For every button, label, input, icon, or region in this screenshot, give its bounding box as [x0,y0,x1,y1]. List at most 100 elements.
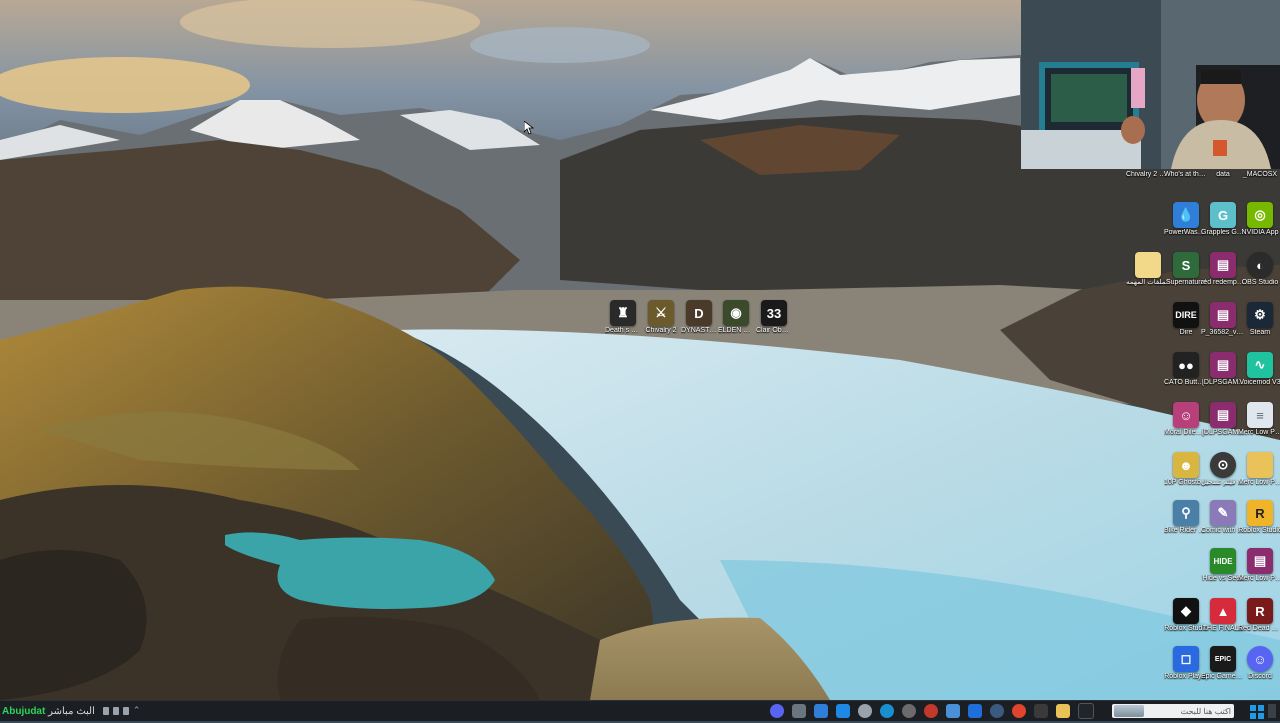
roblox-icon: ◆ [1173,598,1199,624]
grapples-galore-icon: G [1210,202,1236,228]
roblox-studio-icon: R [1247,500,1273,526]
desktop-icon-merc-low-ping-rar[interactable]: ▤ Merc Low Ping 2024... [1238,548,1280,583]
desktop-icon-merc-low-ping-folder[interactable]: Merc Low Ping 2024... [1238,452,1280,487]
desktop-icon-label: DYNASTY WARRIO... [681,327,717,334]
desktop-icon-label: OBS Studio [1241,279,1279,286]
obs-icon[interactable] [902,704,916,718]
winrar-icon: ▤ [1210,402,1236,428]
roblox-player-icon: ◻ [1173,646,1199,672]
desktop-icon-label: Discord [1248,673,1272,680]
voicemod-icon: ∿ [1247,352,1273,378]
winrar-icon: ▤ [1247,548,1273,574]
stream-status-label[interactable]: Abujudat البث مباشر [2,706,95,717]
folder-icon [1247,452,1273,478]
moral-dilemma-icon: ☺ [1173,402,1199,428]
desktop-icon-merc-low-ping[interactable]: ≡ Merc Low Ping [1238,402,1280,437]
taskbar-left-tray: Abujudat البث مباشر ⌃ [2,703,140,719]
desktop-icon-label: Chivalry 2 [645,327,677,334]
desktop-icon-roblox-studio-yellow[interactable]: R Roblox Studio [1238,500,1280,535]
winrar-icon: ▤ [1210,302,1236,328]
steam-icon[interactable] [990,704,1004,718]
desktop-icon-discord[interactable]: ☺ Discord [1238,646,1280,681]
speaker-icon[interactable] [112,707,119,715]
chrome-icon[interactable] [1012,704,1026,718]
desktop-icon-label: Roblox Studio [1238,527,1280,534]
store-icon[interactable] [1034,704,1048,718]
chivalry-icon: ⚔ [648,300,674,326]
search-highlight-image [1114,705,1144,717]
desktop-icon-death-door[interactable]: ♜ Death s Door [605,300,641,335]
search-input[interactable] [1144,705,1234,717]
winrar-icon: ▤ [1210,352,1236,378]
file-explorer-icon[interactable] [792,704,806,718]
desktop-icon-label: Voicemod V3 [1239,379,1280,386]
microphone-icon[interactable] [102,707,109,715]
rdr-icon: R [1247,598,1273,624]
desktop-icon-label: _MACOSX [1242,171,1278,178]
desktop-icon-label: Merc Low Ping [1238,429,1280,436]
desktop-icon-elden-ring[interactable]: ◉ ELDEN RING [718,300,754,335]
desktop-icon-macosx-folder[interactable]: _MACOSX [1238,170,1280,179]
terminal-icon[interactable] [1078,703,1094,719]
windows-start-icon[interactable] [1250,704,1264,719]
desktop-icon-label: Steam [1249,329,1271,336]
webcam-overlay [1021,0,1280,169]
desktop-icon-label: NVIDIA App [1241,229,1279,236]
desktop-icon-label: ELDEN RING [718,327,754,334]
desktop-icon-obs-studio[interactable]: ◐ OBS Studio [1238,252,1280,287]
elden-ring-icon: ◉ [723,300,749,326]
desktop-icon-label: Clair Obscur Expedition 33 [756,327,792,334]
powerwash-icon: 💧 [1173,202,1199,228]
network-icon[interactable] [122,707,129,715]
pen-icon[interactable] [836,704,850,718]
tray-icons: ⌃ [102,706,141,716]
comic-icon: ✎ [1210,500,1236,526]
discord-icon[interactable] [770,704,784,718]
finals-icon: ▲ [1210,598,1236,624]
death-door-icon: ♜ [610,300,636,326]
folder-icon[interactable] [1056,704,1070,718]
desktop-icon-nvidia-app[interactable]: ◎ NVIDIA App [1238,202,1280,237]
folder-icon [1135,252,1161,278]
streamer-name: Abujudat [2,705,46,717]
desktop-icon-clair-obscur[interactable]: 33 Clair Obscur Expedition 33 [756,300,792,335]
desktop-icon-label: Red Dead Redemption... [1238,625,1280,632]
epic-icon: EPIC [1210,646,1236,672]
mouse-cursor-icon [523,120,535,139]
cato-icon: ●● [1173,352,1199,378]
blue-app-icon[interactable] [968,704,982,718]
supernatural-icon: S [1173,252,1199,278]
taskbar-search-box[interactable] [1112,704,1234,718]
text-file-icon: ≡ [1247,402,1273,428]
steam-icon: ⚙ [1247,302,1273,328]
discord-icon: ☺ [1247,646,1273,672]
desktop-icon-red-dead-redemption[interactable]: R Red Dead Redemption... [1238,598,1280,633]
bike-icon: ⚲ [1173,500,1199,526]
stream-suffix: البث مباشر [48,705,95,717]
desktop-icon-voicemod[interactable]: ∿ Voicemod V3 [1238,352,1280,387]
dynasty-warriors-icon: D [686,300,712,326]
desktop-icon-label: Merc Low Ping 2024... [1238,575,1280,582]
clair-obscur-icon: 33 [761,300,787,326]
desktop-icon-label: Merc Low Ping 2024... [1238,479,1280,486]
ghost-game-icon: ☻ [1173,452,1199,478]
obs-icon: ◐ [1247,252,1273,278]
taskbar-pinned-apps [770,703,1094,719]
file-icon[interactable] [814,704,828,718]
desktop-icon-label: Death s Door [605,327,641,334]
winrar-icon: ▤ [1210,252,1236,278]
nvidia-icon: ◎ [1247,202,1273,228]
monitor-icon[interactable] [946,704,960,718]
record-icon[interactable] [924,704,938,718]
cursor-app-icon: ⊙ [1210,452,1236,478]
hide-seek-icon: HIDE [1210,548,1236,574]
edge-icon[interactable] [880,704,894,718]
desktop-icon-dynasty-warriors[interactable]: D DYNASTY WARRIO... [681,300,717,335]
settings-icon[interactable] [858,704,872,718]
show-desktop-button[interactable] [1268,704,1276,718]
desktop-icon-chivalry-2[interactable]: ⚔ Chivalry 2 [643,300,679,335]
desktop-icon-steam[interactable]: ⚙ Steam [1238,302,1280,337]
dire-icon: DIRE [1173,302,1199,328]
taskbar: Abujudat البث مباشر ⌃ [0,700,1280,721]
chevron-up-icon[interactable]: ⌃ [133,706,141,716]
